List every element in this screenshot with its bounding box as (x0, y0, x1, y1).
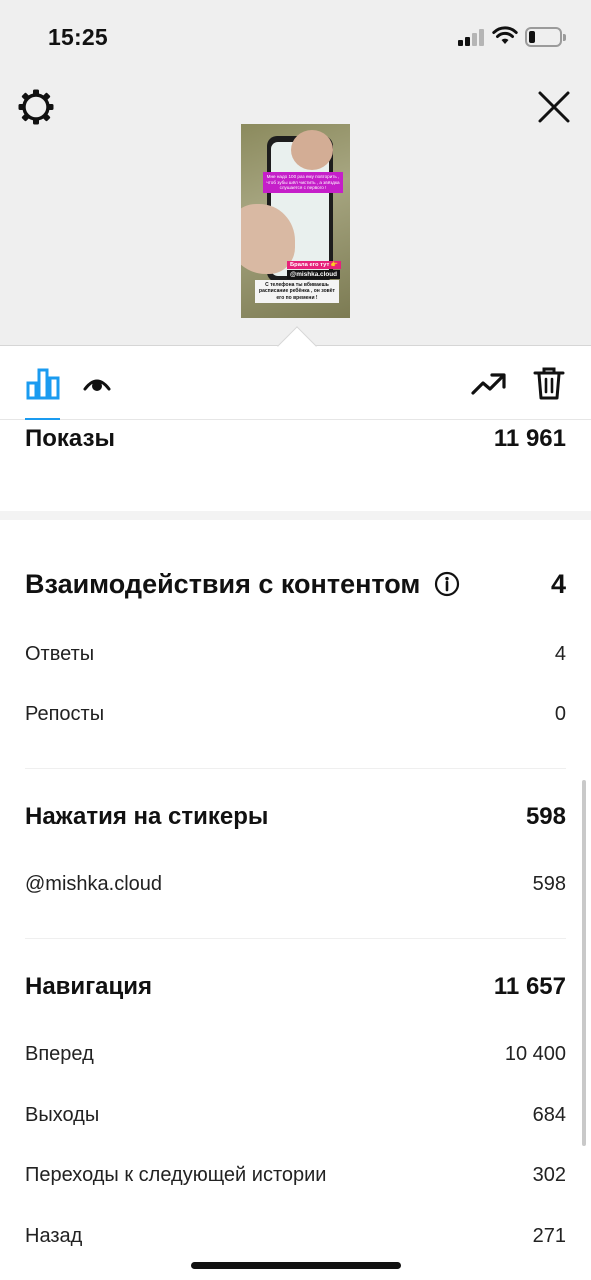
cellular-signal-icon (458, 28, 486, 46)
impressions-value: 11 961 (493, 425, 566, 452)
next-story-label: Переходы к следующей истории (25, 1163, 327, 1186)
navigation-header: Навигация 11 657 (25, 971, 566, 1003)
navigation-label: Навигация (25, 973, 153, 1000)
info-icon[interactable] (434, 571, 460, 597)
replies-label: Ответы (25, 642, 95, 665)
sticker-mention-value: 598 (532, 872, 566, 895)
list-item: @mishka.cloud 598 (25, 871, 566, 897)
navigation-value: 11 657 (493, 973, 566, 1000)
list-item: Назад 271 (25, 1223, 566, 1249)
trending-up-icon[interactable] (470, 371, 506, 397)
home-indicator[interactable] (191, 1262, 401, 1269)
sticker-taps-header: Нажатия на стикеры 598 (25, 801, 566, 833)
trash-icon[interactable] (533, 367, 565, 401)
sticker-mention-label: @mishka.cloud (25, 872, 163, 895)
active-tab-indicator (25, 418, 60, 420)
battery-icon (525, 27, 566, 47)
exits-label: Выходы (25, 1103, 100, 1126)
list-item: Выходы 684 (25, 1102, 566, 1128)
section-divider (0, 511, 591, 520)
list-item: Ответы 4 (25, 641, 566, 667)
bar-chart-icon[interactable] (25, 367, 61, 401)
story-sticker-text: Брала его тут 👉 (287, 261, 342, 269)
reposts-label: Репосты (25, 702, 105, 725)
back-label: Назад (25, 1224, 83, 1247)
list-item: Репосты 0 (25, 701, 566, 727)
back-value: 271 (532, 1224, 566, 1247)
close-icon[interactable] (536, 89, 572, 125)
replies-value: 4 (554, 642, 566, 665)
forward-value: 10 400 (504, 1042, 566, 1065)
wifi-icon (492, 26, 518, 44)
next-story-value: 302 (532, 1163, 566, 1186)
sticker-taps-value: 598 (525, 803, 566, 830)
divider (25, 938, 566, 939)
interactions-header: Взаимодействия с контентом 4 (25, 565, 566, 603)
story-thumbnail[interactable]: Мне надо 100 раз ему повторить , чтоб зу… (241, 124, 350, 318)
list-item: Вперед 10 400 (25, 1041, 566, 1067)
scrollbar[interactable] (582, 780, 586, 1146)
impressions-label: Показы (25, 425, 115, 452)
battery-level (529, 31, 535, 43)
exits-value: 684 (532, 1103, 566, 1126)
gear-icon[interactable] (17, 88, 55, 126)
story-caption-top: Мне надо 100 раз ему повторить , чтоб зу… (263, 172, 343, 193)
sticker-taps-label: Нажатия на стикеры (25, 803, 269, 830)
interactions-value: 4 (550, 568, 566, 599)
impressions-row: Показы 11 961 (25, 424, 566, 454)
interactions-label: Взаимодействия с контентом (25, 568, 421, 599)
status-time: 15:25 (48, 24, 108, 50)
story-caption-bottom: С телефона ты вбиваешь расписание ребёнк… (255, 280, 339, 304)
divider (25, 768, 566, 769)
story-tabbar (0, 347, 591, 420)
story-preview-area: 15:25 Мне надо 100 раз ему повторить , ч… (0, 0, 591, 346)
reposts-value: 0 (554, 702, 566, 725)
forward-label: Вперед (25, 1042, 94, 1065)
list-item: Переходы к следующей истории 302 (25, 1162, 566, 1188)
story-mention-sticker[interactable]: @mishka.cloud (287, 270, 341, 279)
eye-icon[interactable] (83, 375, 111, 393)
